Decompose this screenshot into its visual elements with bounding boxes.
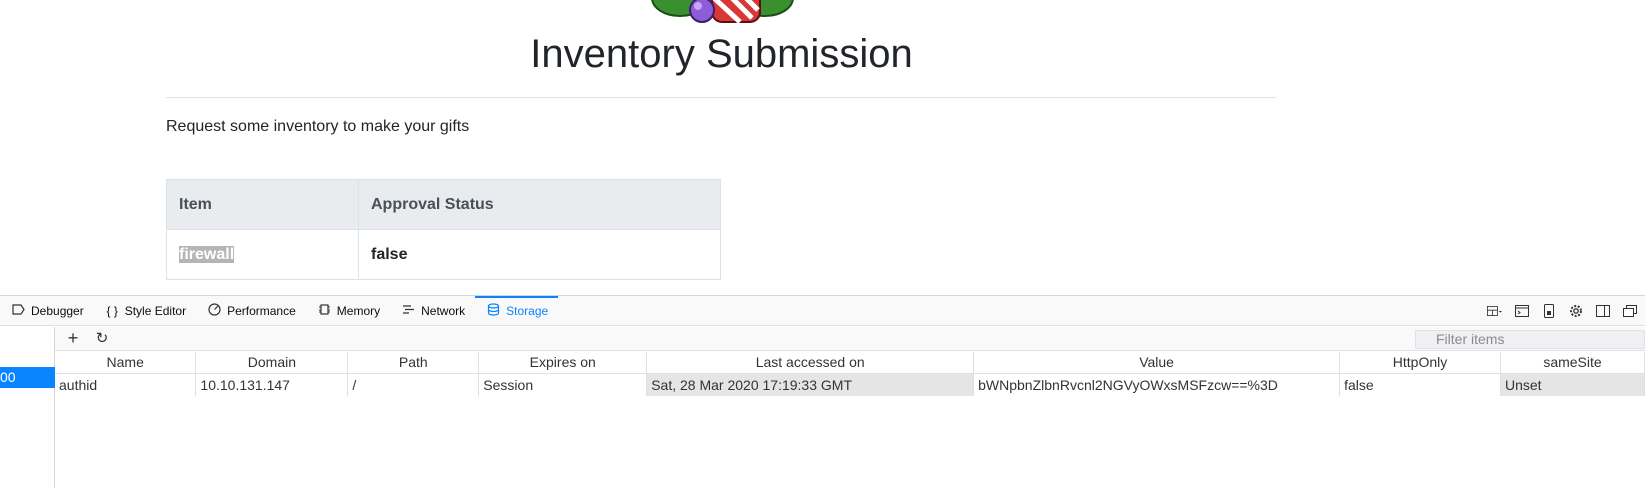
tab-memory[interactable]: Memory bbox=[306, 296, 390, 325]
cookie-value[interactable]: bWNpbnZlbnRvcnl2NGVyOWxsMSFzcw==%3D bbox=[973, 373, 1341, 396]
tab-performance[interactable]: Performance bbox=[196, 296, 306, 325]
cookie-samesite[interactable]: Unset bbox=[1500, 373, 1645, 396]
storage-panel: 00 + ↻ ⧩ Filter items N bbox=[0, 327, 1645, 488]
header-approval-status: Approval Status bbox=[358, 179, 721, 230]
tab-label: Memory bbox=[336, 303, 381, 318]
cookie-httponly[interactable]: false bbox=[1339, 373, 1501, 396]
devtools-toolbar-icons bbox=[1487, 296, 1637, 326]
page-title: Inventory Submission bbox=[530, 32, 913, 76]
col-httponly[interactable]: HttpOnly bbox=[1339, 352, 1501, 374]
col-domain[interactable]: Domain bbox=[195, 352, 349, 374]
cookie-viewer: + ↻ ⧩ Filter items Name Domain Path bbox=[55, 327, 1645, 488]
col-name[interactable]: Name bbox=[55, 352, 197, 374]
tab-label: Performance bbox=[227, 303, 296, 318]
cell-item: firewall bbox=[166, 229, 359, 280]
responsive-design-icon[interactable] bbox=[1541, 304, 1556, 318]
add-item-button[interactable]: + bbox=[63, 329, 83, 349]
tab-label: Storage bbox=[506, 303, 549, 318]
cell-approval-status: false bbox=[358, 229, 721, 280]
tab-storage[interactable]: Storage bbox=[475, 296, 559, 325]
gear-icon[interactable] bbox=[1568, 304, 1583, 318]
table-header-row: Item Approval Status bbox=[166, 179, 721, 230]
cookie-expires[interactable]: Session bbox=[478, 373, 648, 396]
web-page: Inventory Submission Request some invent… bbox=[0, 0, 1645, 295]
network-icon bbox=[402, 304, 415, 318]
sidebar-selected-host[interactable]: 00 bbox=[0, 367, 55, 388]
col-value[interactable]: Value bbox=[973, 352, 1341, 374]
debugger-icon bbox=[12, 303, 25, 318]
col-expires-on[interactable]: Expires on bbox=[478, 352, 648, 374]
header-item: Item bbox=[166, 179, 359, 230]
braces-icon: { } bbox=[106, 303, 118, 318]
cookie-domain[interactable]: 10.10.131.147 bbox=[195, 373, 349, 396]
dock-side-icon[interactable] bbox=[1595, 304, 1610, 318]
item-firewall: firewall bbox=[179, 245, 235, 263]
cookie-header-row: Name Domain Path Expires on Last accesse… bbox=[55, 352, 1645, 374]
devtools-panel: Debugger { } Style Editor Performance Me… bbox=[0, 295, 1645, 488]
gift-logo bbox=[651, 0, 794, 24]
refresh-icon: ↻ bbox=[95, 330, 109, 347]
tab-style-editor[interactable]: { } Style Editor bbox=[94, 296, 196, 325]
storage-toolbar: + ↻ ⧩ Filter items bbox=[55, 327, 1645, 351]
cookie-table: Name Domain Path Expires on Last accesse… bbox=[55, 352, 1645, 396]
console-split-icon[interactable] bbox=[1514, 304, 1529, 318]
refresh-button[interactable]: ↻ bbox=[92, 329, 112, 349]
performance-icon bbox=[208, 302, 221, 319]
cookie-path[interactable]: / bbox=[347, 373, 480, 396]
col-path[interactable]: Path bbox=[347, 352, 480, 374]
storage-icon bbox=[487, 302, 500, 319]
table-row[interactable]: authid 10.10.131.147 / Session Sat, 28 M… bbox=[55, 373, 1645, 396]
cookie-last-accessed[interactable]: Sat, 28 Mar 2020 17:19:33 GMT bbox=[646, 373, 975, 396]
inventory-table: Item Approval Status firewall false bbox=[166, 179, 721, 280]
devtools-tab-bar: Debugger { } Style Editor Performance Me… bbox=[0, 296, 1645, 326]
col-last-accessed-on[interactable]: Last accessed on bbox=[646, 352, 975, 374]
tab-label: Debugger bbox=[31, 303, 84, 318]
tab-debugger[interactable]: Debugger bbox=[0, 296, 94, 325]
title-divider bbox=[166, 97, 1276, 98]
tab-label: Network bbox=[421, 303, 466, 318]
col-samesite[interactable]: sameSite bbox=[1500, 352, 1645, 374]
storage-tree-sidebar: 00 bbox=[0, 327, 55, 488]
table-row: firewall false bbox=[166, 229, 721, 280]
frame-picker-icon[interactable] bbox=[1487, 304, 1502, 318]
plus-icon: + bbox=[67, 328, 79, 348]
separate-window-icon[interactable] bbox=[1622, 304, 1637, 318]
tab-label: Style Editor bbox=[124, 303, 187, 318]
intro-text: Request some inventory to make your gift… bbox=[166, 118, 470, 135]
filter-items-input[interactable]: Filter items bbox=[1415, 330, 1645, 349]
tab-network[interactable]: Network bbox=[390, 296, 475, 325]
cookie-name[interactable]: authid bbox=[55, 373, 197, 396]
memory-icon bbox=[318, 303, 331, 319]
